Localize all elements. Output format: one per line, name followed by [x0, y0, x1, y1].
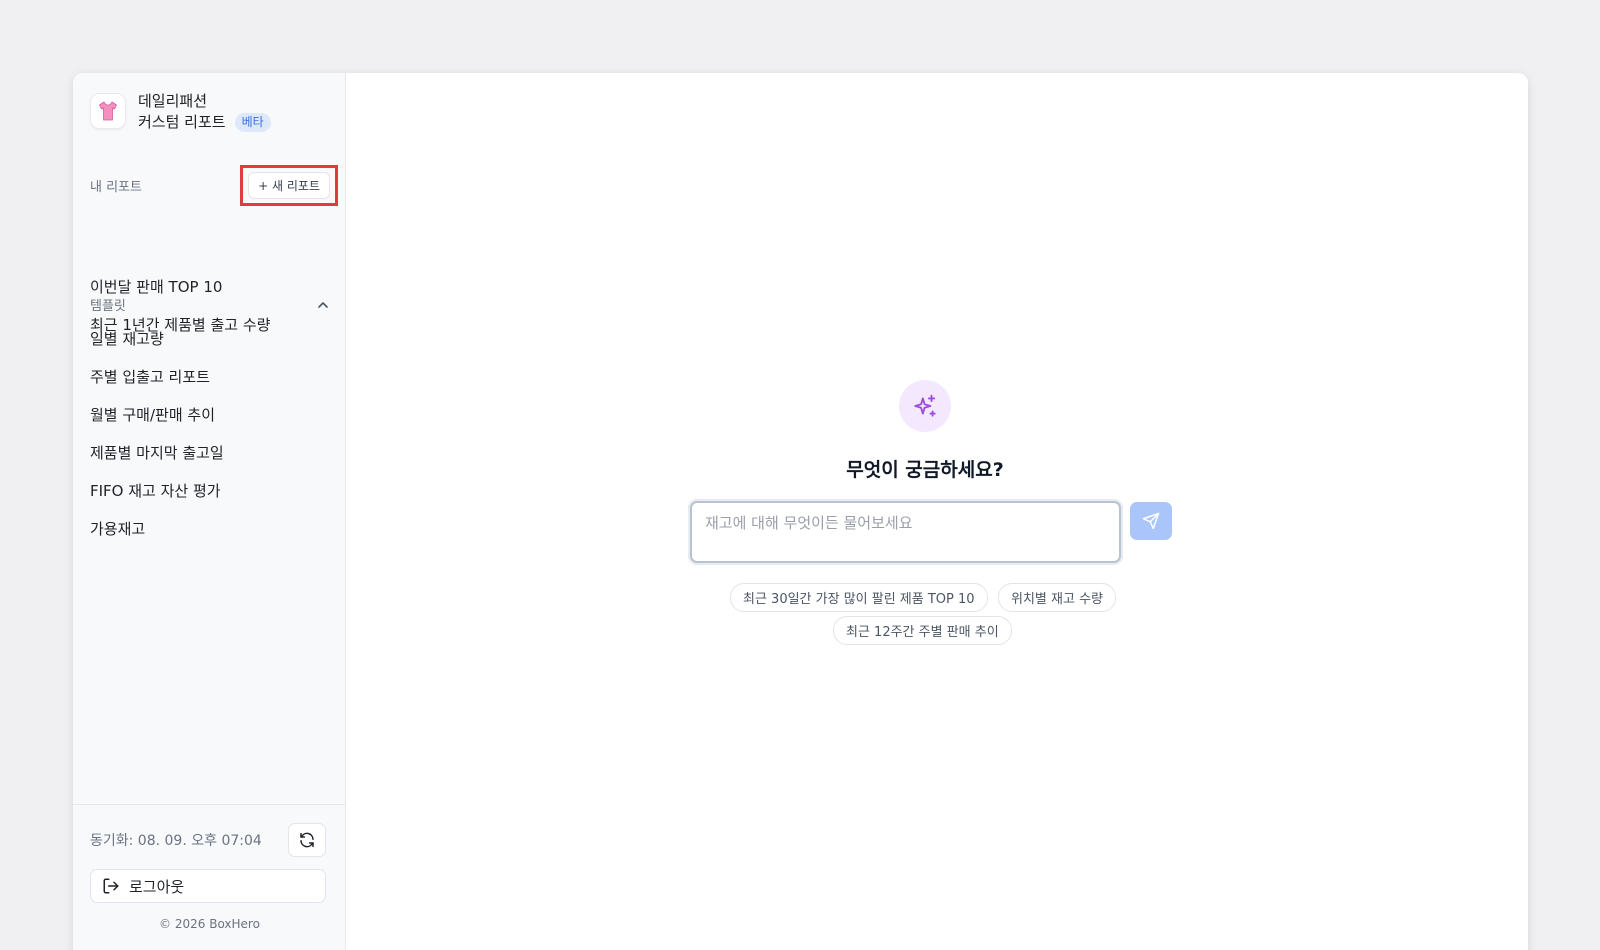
sparkles-icon: [899, 380, 951, 432]
templates-list: 일별 재고량 주별 입출고 리포트 월별 구매/판매 추이 제품별 마지막 출고…: [90, 320, 224, 548]
send-icon: [1142, 512, 1160, 530]
suggestion-chip[interactable]: 최근 12주간 주별 판매 추이: [833, 616, 1012, 645]
page-headline: 무엇이 궁금하세요?: [846, 459, 1004, 481]
brand-name: 데일리패션: [138, 92, 208, 110]
beta-badge: 베타: [234, 112, 271, 132]
template-item[interactable]: 제품별 마지막 출고일: [90, 434, 224, 472]
sidebar-footer: 동기화: 08. 09. 오후 07:04 로그아웃 © 2026 BoxHer…: [73, 804, 346, 931]
new-report-highlight: + 새 리포트: [240, 165, 338, 206]
copyright: © 2026 BoxHero: [159, 917, 260, 931]
send-button[interactable]: [1130, 502, 1172, 540]
template-item[interactable]: 주별 입출고 리포트: [90, 358, 224, 396]
templates-header[interactable]: 템플릿: [90, 295, 330, 314]
suggestion-chip[interactable]: 최근 30일간 가장 많이 팔린 제품 TOP 10: [730, 583, 988, 612]
my-reports-header: 내 리포트 + 새 리포트: [90, 165, 338, 206]
tshirt-icon: [90, 93, 126, 129]
templates-label: 템플릿: [90, 299, 126, 314]
logout-icon: [103, 878, 119, 894]
brand-subtitle: 커스텀 리포트: [138, 113, 226, 131]
suggestion-chip[interactable]: 위치별 재고 수량: [998, 583, 1116, 612]
logout-label: 로그아웃: [129, 877, 185, 896]
template-item[interactable]: 월별 구매/판매 추이: [90, 396, 224, 434]
chevron-up-icon[interactable]: [316, 298, 330, 312]
app-window: 데일리패션 커스텀 리포트 베타 내 리포트 + 새 리포트 이번달 판매 TO…: [73, 73, 1528, 950]
sync-status: 동기화: 08. 09. 오후 07:04: [90, 833, 262, 849]
refresh-button[interactable]: [288, 823, 326, 857]
logout-button[interactable]: 로그아웃: [90, 869, 326, 903]
main-content: 무엇이 궁금하세요? 최근 30일간 가장 많이 팔린 제품 TOP 10 위치…: [346, 73, 1528, 950]
template-item[interactable]: FIFO 재고 자산 평가: [90, 472, 224, 510]
template-item[interactable]: 가용재고: [90, 510, 224, 548]
sidebar: 데일리패션 커스텀 리포트 베타 내 리포트 + 새 리포트 이번달 판매 TO…: [73, 73, 346, 950]
brand: 데일리패션 커스텀 리포트 베타: [90, 91, 271, 133]
refresh-icon: [300, 832, 314, 848]
my-reports-label: 내 리포트: [90, 180, 142, 195]
new-report-button[interactable]: + 새 리포트: [248, 172, 330, 199]
template-item[interactable]: 일별 재고량: [90, 320, 224, 358]
sync-row: 동기화: 08. 09. 오후 07:04: [90, 823, 326, 857]
question-input[interactable]: [690, 501, 1121, 563]
